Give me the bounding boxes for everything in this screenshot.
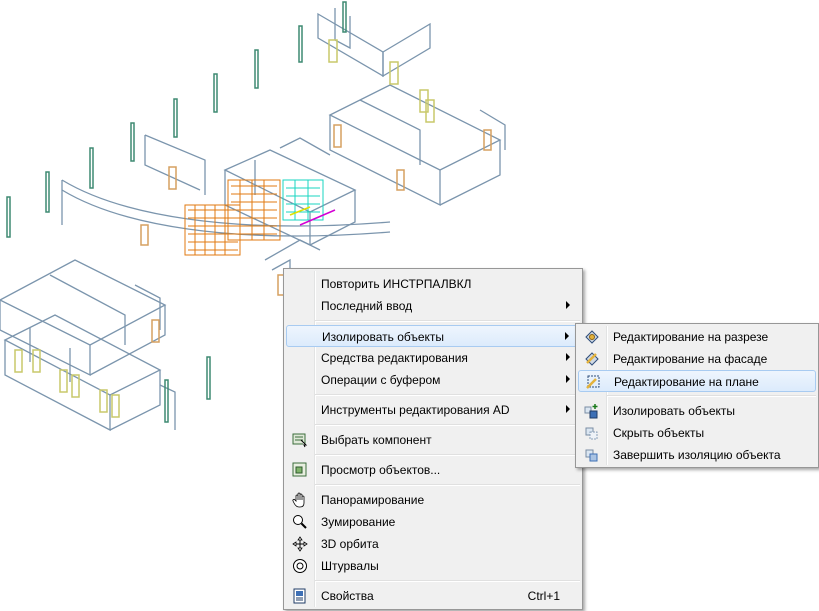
submenu-item-edit-in-elevation[interactable]: Редактирование на фасаде bbox=[578, 348, 816, 370]
edit-plan-icon bbox=[586, 375, 600, 389]
submenu-item-edit-in-section[interactable]: Редактирование на разрезе bbox=[578, 326, 816, 348]
steering-wheel-icon bbox=[293, 559, 307, 573]
submenu-arrow-icon bbox=[566, 301, 570, 309]
menu-item-pan[interactable]: Панорамирование bbox=[286, 489, 580, 511]
menu-item-3d-orbit[interactable]: 3D орбита bbox=[286, 533, 580, 555]
select-component-icon bbox=[292, 433, 308, 448]
menu-item-recent-input[interactable]: Последний ввод bbox=[286, 295, 580, 317]
menu-item-properties[interactable]: Свойства Ctrl+1 bbox=[286, 585, 580, 607]
object-viewer-icon bbox=[292, 462, 307, 477]
submenu-arrow-icon bbox=[566, 375, 570, 383]
submenu-item-hide-objects[interactable]: Скрыть объекты bbox=[578, 422, 816, 444]
submenu-arrow-icon bbox=[566, 353, 570, 361]
menu-item-clipboard[interactable]: Операции с буфером bbox=[286, 369, 580, 391]
end-isolation-icon bbox=[585, 449, 598, 462]
submenu-item-isolate-objects[interactable]: Изолировать объекты bbox=[578, 400, 816, 422]
submenu-item-end-isolation[interactable]: Завершить изоляцию объекта bbox=[578, 444, 816, 466]
properties-icon bbox=[293, 588, 306, 604]
submenu-arrow-icon bbox=[566, 405, 570, 413]
menu-item-select-component[interactable]: Выбрать компонент bbox=[286, 429, 580, 451]
edit-elevation-icon bbox=[585, 352, 599, 366]
menu-item-editing-tools[interactable]: Средства редактирования bbox=[286, 347, 580, 369]
edit-section-icon bbox=[585, 330, 599, 344]
menu-item-zoom[interactable]: Зумирование bbox=[286, 511, 580, 533]
zoom-icon bbox=[293, 515, 307, 529]
submenu-arrow-icon bbox=[565, 332, 569, 340]
menu-item-steering-wheels[interactable]: Штурвалы bbox=[286, 555, 580, 577]
hide-objects-icon bbox=[585, 427, 598, 440]
isolate-objects-icon bbox=[584, 404, 598, 419]
menu-item-object-viewer[interactable]: Просмотр объектов... bbox=[286, 459, 580, 481]
menu-item-repeat[interactable]: Повторить ИНСТРПАЛВКЛ bbox=[286, 273, 580, 295]
submenu-item-edit-in-plan[interactable]: Редактирование на плане bbox=[578, 370, 816, 392]
orbit-icon bbox=[292, 536, 308, 552]
menu-item-ad-edit-tools[interactable]: Инструменты редактирования AD bbox=[286, 399, 580, 421]
pan-hand-icon bbox=[292, 492, 305, 508]
menu-item-isolate-objects[interactable]: Изолировать объекты bbox=[286, 325, 580, 347]
context-menu: Повторить ИНСТРПАЛВКЛ Последний ввод Изо… bbox=[283, 268, 583, 610]
isolate-submenu: Редактирование на разрезе Редактирование… bbox=[575, 323, 819, 468]
